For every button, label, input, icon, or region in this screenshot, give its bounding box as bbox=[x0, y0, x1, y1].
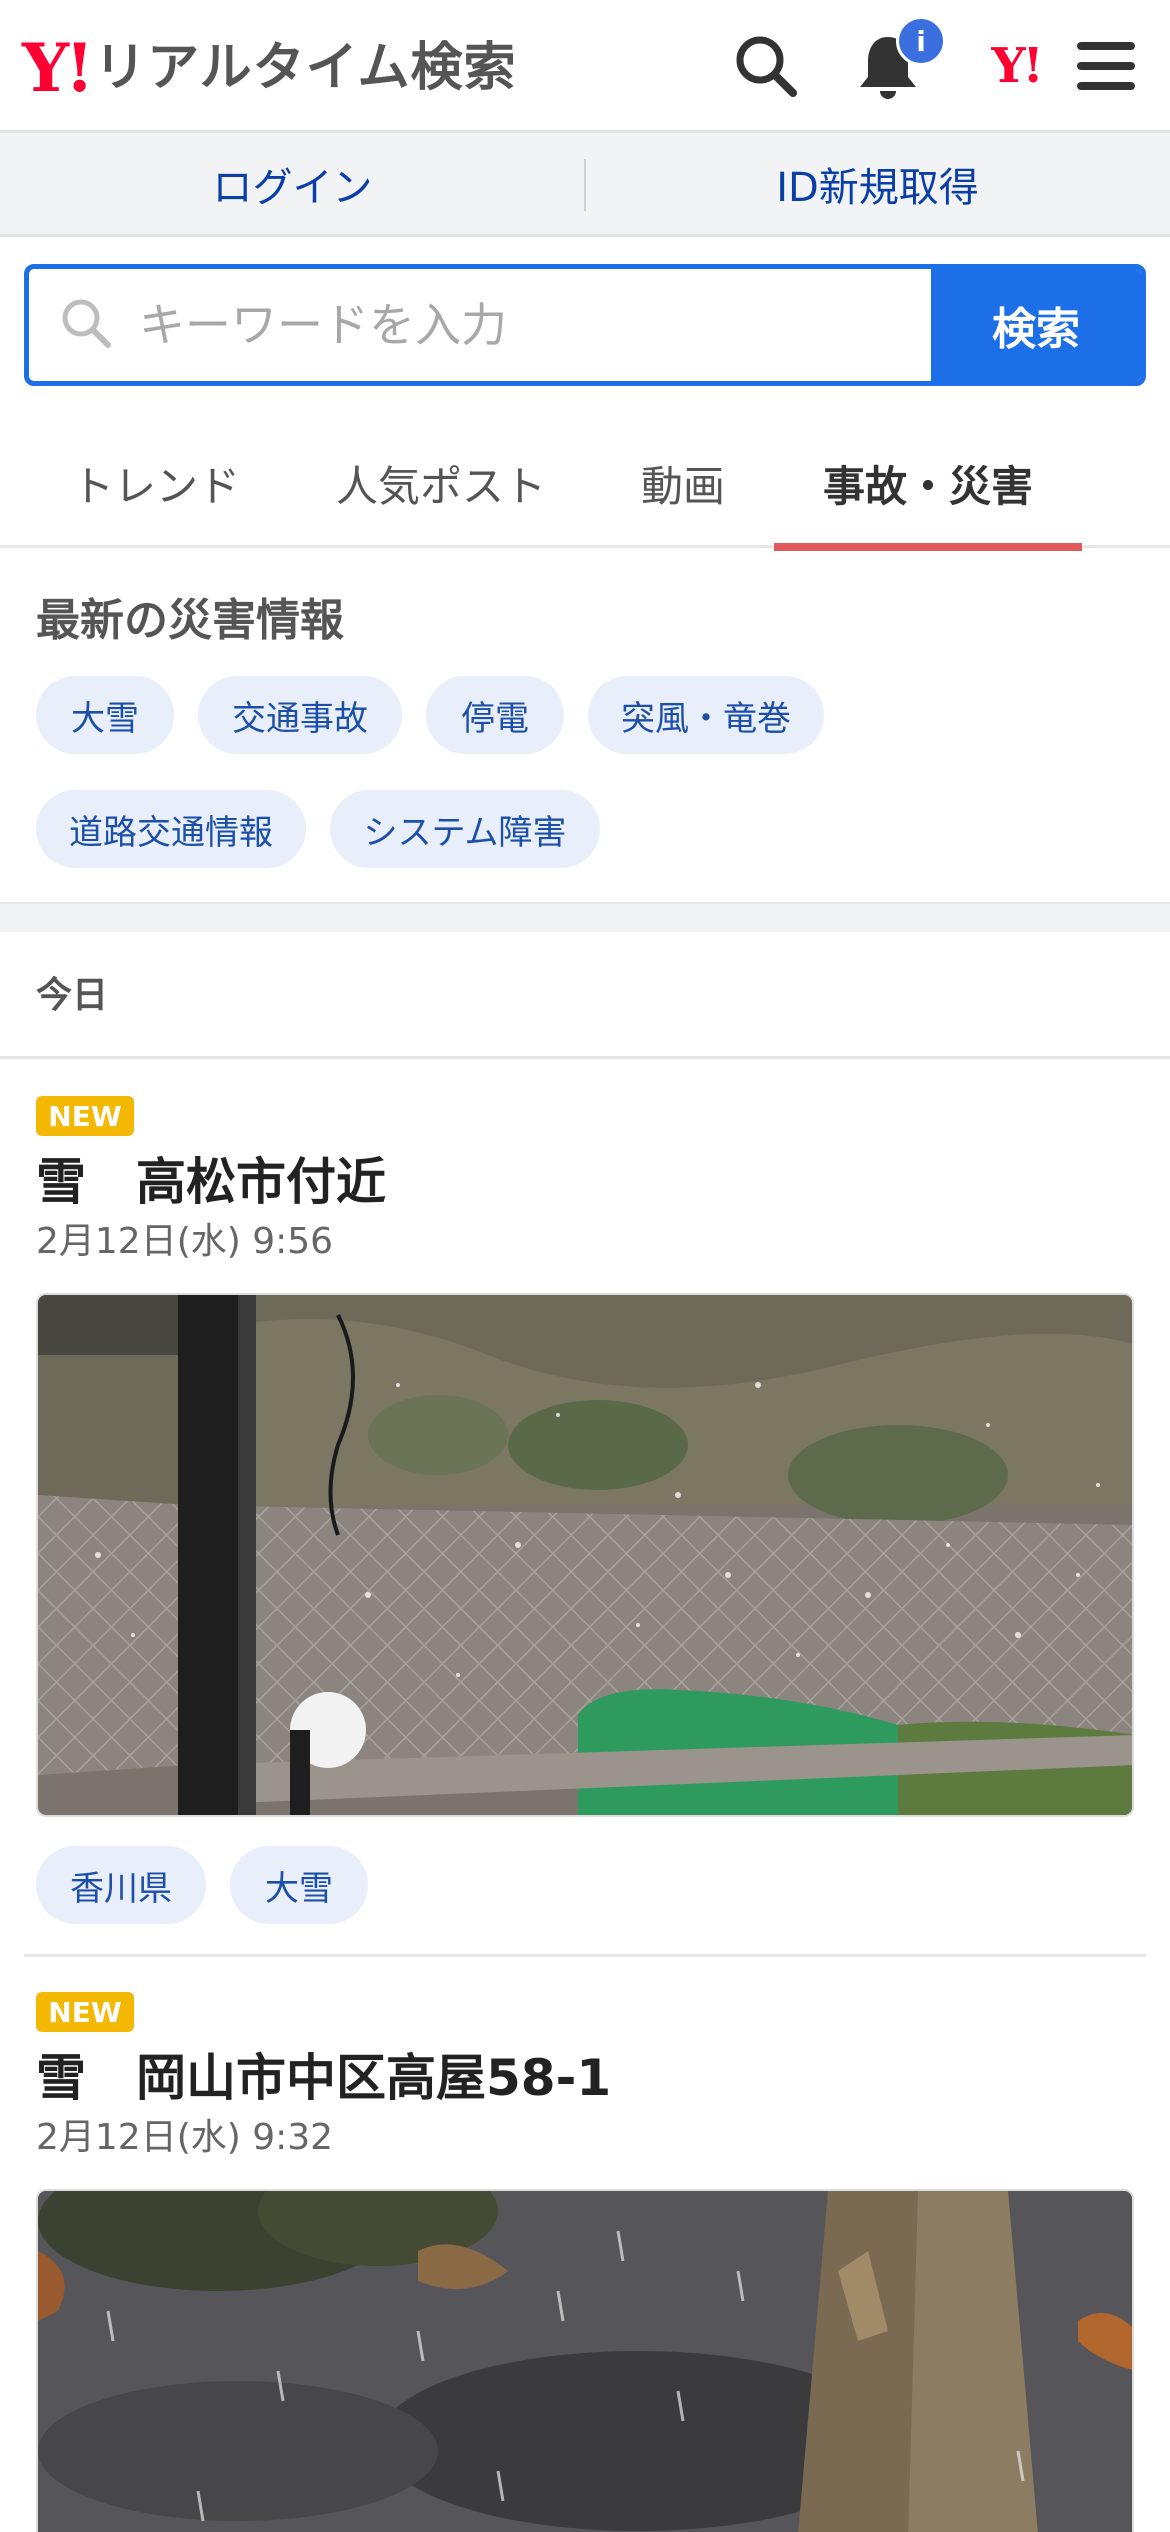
post-photo[interactable] bbox=[36, 2189, 1134, 2532]
search-field-icon bbox=[59, 296, 113, 354]
account-bar-divider bbox=[584, 159, 586, 211]
new-badge: NEW bbox=[36, 1096, 134, 1136]
yahoo-logo-mark: Y! bbox=[22, 29, 94, 107]
chip-heavy-snow[interactable]: 大雪 bbox=[36, 676, 174, 754]
post-datetime: 2月12日(水) 9:56 bbox=[36, 1221, 334, 1262]
post-photo[interactable] bbox=[36, 1293, 1134, 1817]
chip-gust-tornado[interactable]: 突風・竜巻 bbox=[588, 676, 824, 754]
search-form: 検索 bbox=[24, 264, 1146, 386]
yj-logo: Y! bbox=[991, 38, 1043, 94]
disaster-info-title: 最新の災害情報 bbox=[36, 595, 344, 646]
category-tabs: トレンド 人気ポスト 動画 事故・災害 bbox=[0, 418, 1170, 551]
tab-popular-posts[interactable]: 人気ポスト bbox=[318, 418, 564, 548]
active-tab-indicator bbox=[774, 543, 1082, 551]
yahoo-japan-id-icon[interactable]: Y! bbox=[966, 26, 1066, 106]
tag-kagawa[interactable]: 香川県 bbox=[36, 1846, 206, 1924]
tab-accident-disaster[interactable]: 事故・災害 bbox=[774, 418, 1082, 551]
new-badge: NEW bbox=[36, 1992, 134, 2032]
menu-icon[interactable] bbox=[1066, 26, 1146, 106]
tab-trend[interactable]: トレンド bbox=[36, 418, 276, 548]
search-icon[interactable] bbox=[726, 26, 806, 106]
chip-system-failure[interactable]: システム障害 bbox=[330, 790, 600, 868]
post-title[interactable]: 雪 高松市付近 bbox=[36, 1142, 386, 1214]
post-divider bbox=[24, 1954, 1146, 1957]
tab-video[interactable]: 動画 bbox=[620, 418, 746, 548]
section-separator bbox=[0, 902, 1170, 932]
search-field-wrapper bbox=[29, 269, 931, 381]
notification-badge: i bbox=[896, 16, 946, 66]
snow-tree-photo bbox=[38, 2191, 1132, 2532]
tag-heavy-snow[interactable]: 大雪 bbox=[230, 1846, 368, 1924]
login-link[interactable]: ログイン bbox=[0, 133, 585, 234]
post-datetime: 2月12日(水) 9:32 bbox=[36, 2117, 334, 2158]
chip-traffic-accident[interactable]: 交通事故 bbox=[198, 676, 402, 754]
chip-road-traffic-info[interactable]: 道路交通情報 bbox=[36, 790, 306, 868]
search-input[interactable] bbox=[139, 298, 839, 352]
feed-header-divider bbox=[0, 1056, 1170, 1059]
account-bar: ログイン ID新規取得 bbox=[0, 133, 1170, 237]
app-header: Y! リアルタイム検索 i Y! bbox=[0, 0, 1170, 133]
post-title[interactable]: 雪 岡山市中区高屋58-1 bbox=[36, 2038, 611, 2110]
app-title: リアルタイム検索 bbox=[94, 38, 517, 98]
register-id-link[interactable]: ID新規取得 bbox=[585, 133, 1170, 234]
tab-accident-disaster-label: 事故・災害 bbox=[822, 461, 1033, 511]
search-button[interactable]: 検索 bbox=[931, 269, 1141, 381]
chip-power-outage[interactable]: 停電 bbox=[426, 676, 564, 754]
snow-window-photo bbox=[38, 1295, 1132, 1815]
yahoo-realtime-logo[interactable]: Y! リアルタイム検索 bbox=[22, 28, 517, 108]
feed-date-header: 今日 bbox=[36, 975, 109, 1016]
